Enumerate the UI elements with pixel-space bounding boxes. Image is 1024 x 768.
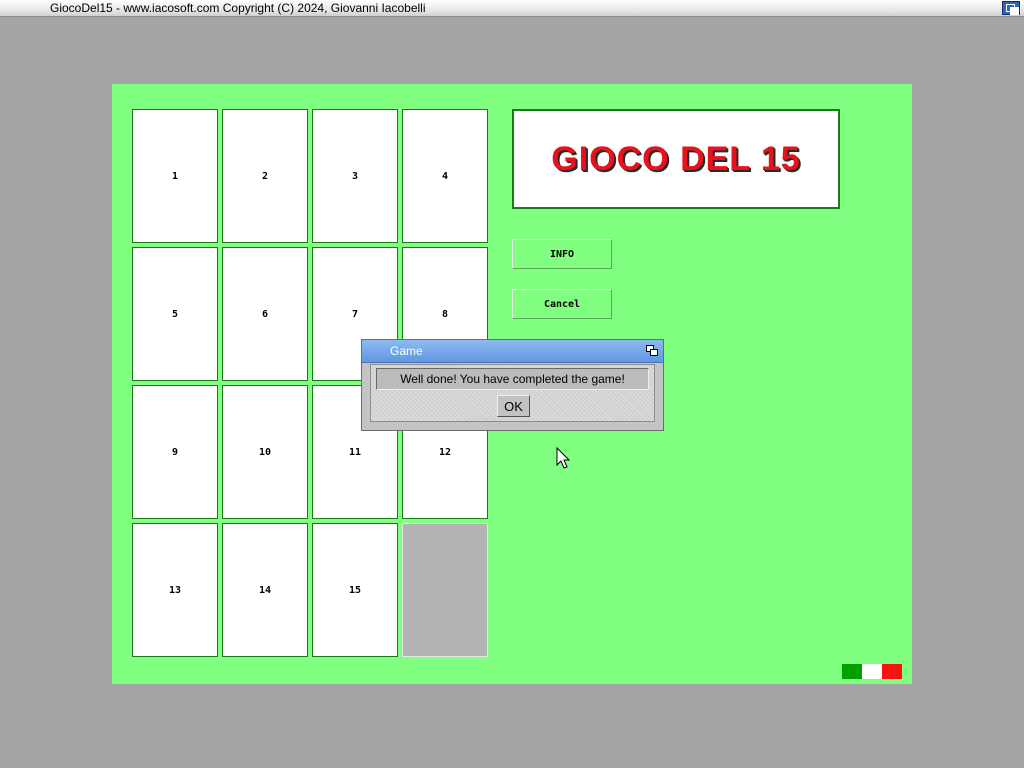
dialog-message: Well done! You have completed the game! [376, 368, 649, 390]
tile-6[interactable]: 6 [222, 247, 308, 381]
tile-4[interactable]: 4 [402, 109, 488, 243]
logo-box: GIOCO DEL 15 [512, 109, 840, 209]
tile-1[interactable]: 1 [132, 109, 218, 243]
tile-5[interactable]: 5 [132, 247, 218, 381]
tile-9[interactable]: 9 [132, 385, 218, 519]
cancel-button[interactable]: Cancel [512, 289, 612, 319]
mouse-pointer-icon [556, 447, 570, 469]
depth-icon[interactable] [1002, 1, 1020, 15]
tile-3[interactable]: 3 [312, 109, 398, 243]
tile-2[interactable]: 2 [222, 109, 308, 243]
flag-green-stripe [842, 664, 862, 679]
tile-15[interactable]: 15 [312, 523, 398, 657]
game-logo: GIOCO DEL 15 [551, 139, 801, 178]
info-button[interactable]: INFO [512, 239, 612, 269]
dialog-title: Game [390, 344, 423, 358]
tile-13[interactable]: 13 [132, 523, 218, 657]
italian-flag-icon [842, 664, 902, 679]
tile-14[interactable]: 14 [222, 523, 308, 657]
flag-white-stripe [862, 664, 882, 679]
ok-button[interactable]: OK [497, 395, 530, 417]
game-dialog: Game Well done! You have completed the g… [361, 339, 664, 431]
dialog-title-bar[interactable]: Game [362, 340, 663, 363]
depth-icon[interactable] [646, 345, 658, 356]
dialog-body: Well done! You have completed the game! … [370, 364, 655, 422]
window-title: GiocoDel15 - www.iacosoft.com Copyright … [50, 1, 426, 15]
screen-title-bar[interactable]: GiocoDel15 - www.iacosoft.com Copyright … [0, 0, 1024, 17]
flag-red-stripe [882, 664, 902, 679]
tile-10[interactable]: 10 [222, 385, 308, 519]
empty-tile [402, 523, 488, 657]
